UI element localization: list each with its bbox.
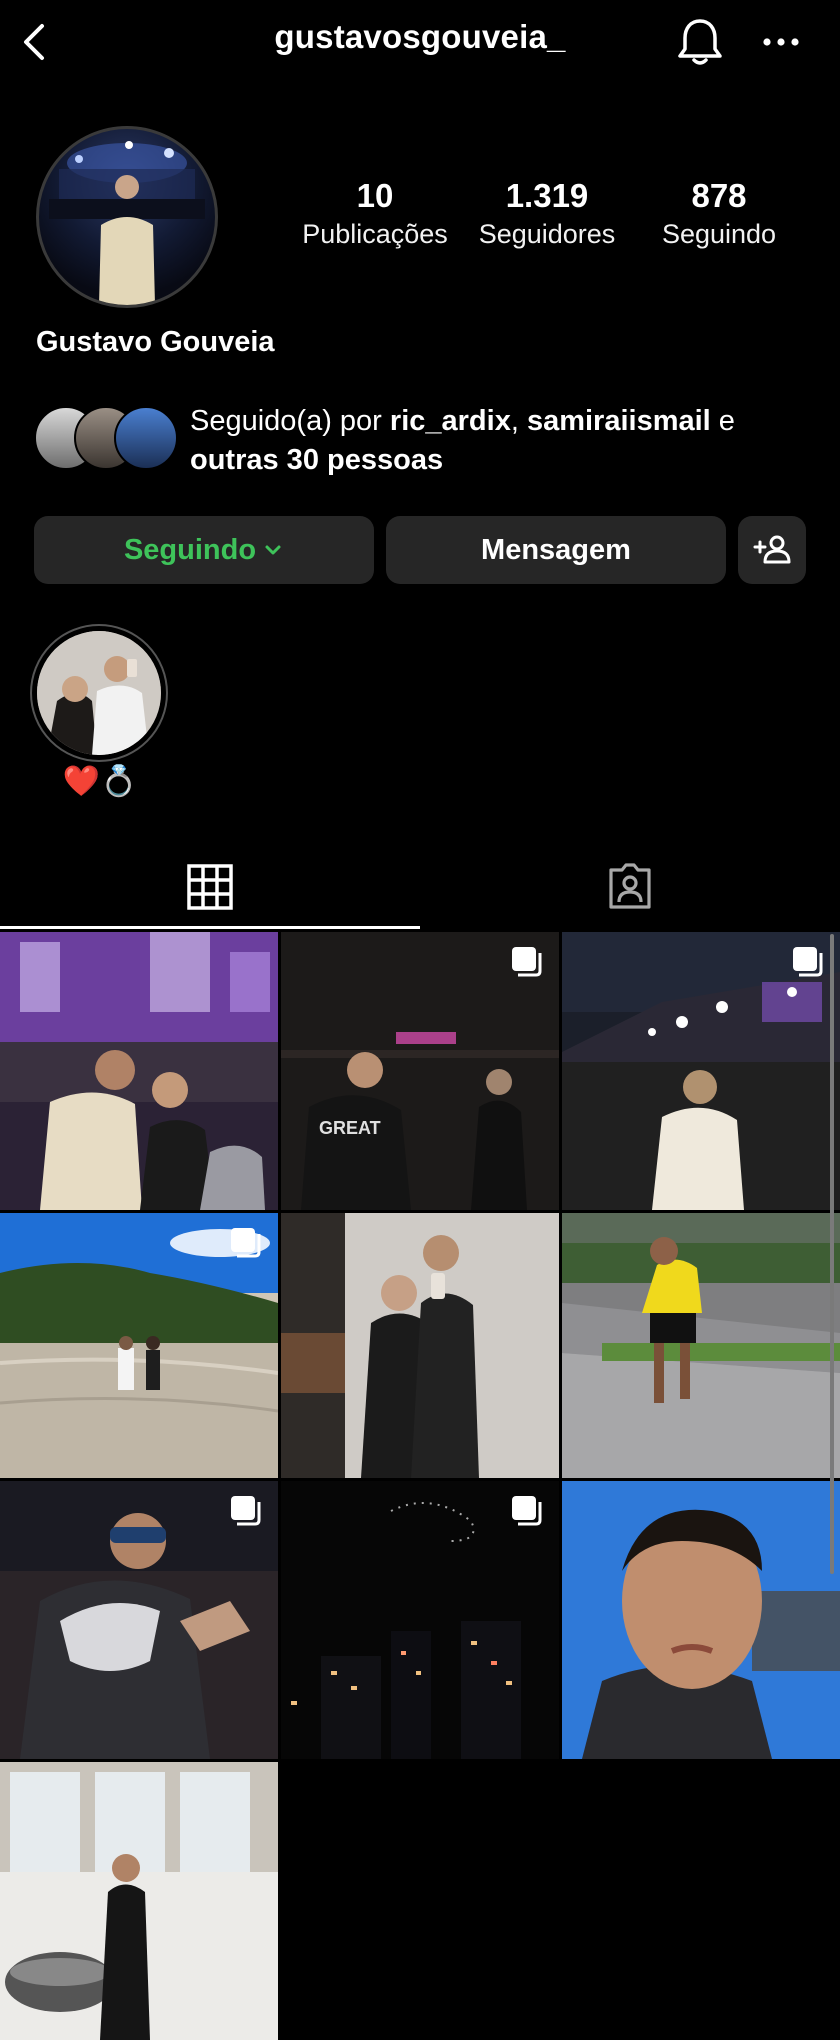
- followed-by-text[interactable]: Seguido(a) por ric_ardix, samiraiismail …: [190, 402, 810, 480]
- multiple-photos-icon: [231, 1228, 261, 1258]
- followed-by-separator: ,: [510, 405, 527, 437]
- post-thumbnail[interactable]: [562, 932, 840, 1210]
- post-thumbnail[interactable]: [281, 1213, 559, 1478]
- following-count: 878: [691, 177, 747, 214]
- profile-full-name: Gustavo Gouveia: [36, 326, 275, 358]
- suggested-users-button[interactable]: [738, 516, 806, 584]
- mutual-followers-avatars[interactable]: [34, 406, 178, 470]
- following-label: Seguindo: [661, 219, 777, 249]
- post-thumbnail[interactable]: [0, 1762, 278, 2040]
- stat-posts[interactable]: 10 Publicações: [290, 176, 460, 252]
- add-person-icon: [753, 535, 791, 564]
- post-thumbnail[interactable]: [0, 1481, 278, 1759]
- multiple-photos-icon: [512, 1496, 542, 1526]
- post-thumbnail[interactable]: [0, 932, 278, 1210]
- message-button-label: Mensagem: [481, 533, 631, 566]
- active-tab-indicator: [0, 926, 420, 929]
- vertical-scrollbar[interactable]: [830, 934, 834, 1574]
- stat-following[interactable]: 878 Seguindo: [634, 176, 804, 252]
- highlight-cover: [37, 631, 161, 755]
- svg-text:GREAT: GREAT: [319, 1118, 381, 1138]
- more-options-icon[interactable]: [756, 24, 806, 60]
- followed-by-conjunction: e: [710, 405, 735, 437]
- following-button[interactable]: Seguindo: [34, 516, 374, 584]
- multiple-photos-icon: [512, 947, 542, 977]
- chevron-down-icon: [265, 545, 281, 555]
- followers-count: 1.319: [505, 177, 589, 214]
- following-button-label: Seguindo: [123, 533, 257, 566]
- stat-followers[interactable]: 1.319 Seguidores: [462, 176, 632, 252]
- message-button[interactable]: Mensagem: [386, 516, 726, 584]
- posts-count: 10: [356, 177, 394, 214]
- story-highlight[interactable]: [30, 624, 168, 762]
- multiple-photos-icon: [793, 947, 823, 977]
- tab-posts-grid[interactable]: [0, 846, 420, 930]
- post-thumbnail[interactable]: [281, 1481, 559, 1759]
- mutual-user-2[interactable]: samiraiismail: [527, 405, 711, 437]
- post-thumbnail[interactable]: [562, 1213, 840, 1478]
- highlight-label: ❤️💍: [62, 765, 138, 798]
- post-thumbnail[interactable]: GREAT: [281, 932, 559, 1210]
- tagged-person-icon: [609, 863, 651, 909]
- post-thumbnail[interactable]: [562, 1481, 840, 1759]
- tab-tagged[interactable]: [420, 846, 840, 930]
- mutual-others[interactable]: outras 30 pessoas: [190, 444, 443, 476]
- mutual-avatar: [114, 406, 178, 470]
- bell-icon[interactable]: [672, 16, 728, 68]
- followers-label: Seguidores: [478, 219, 616, 249]
- mutual-user-1[interactable]: ric_ardix: [390, 405, 511, 437]
- grid-icon: [187, 864, 233, 910]
- followed-by-prefix: Seguido(a) por: [190, 405, 390, 437]
- profile-avatar[interactable]: [36, 126, 218, 308]
- multiple-photos-icon: [231, 1496, 261, 1526]
- post-thumbnail[interactable]: [0, 1213, 278, 1478]
- posts-label: Publicações: [302, 219, 448, 249]
